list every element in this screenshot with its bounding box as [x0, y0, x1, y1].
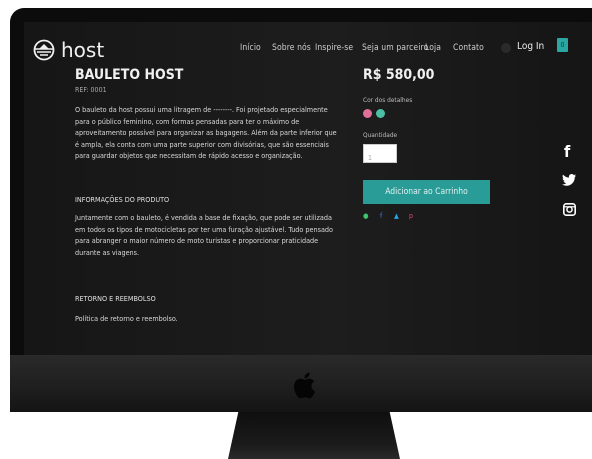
description-line: para guardar objetos que necessitam de r…: [75, 151, 303, 160]
twitter-share-icon[interactable]: ▲: [394, 212, 399, 220]
description-line: O bauleto da host possui uma litragem de…: [75, 105, 328, 114]
product-ref: REF: 0001: [75, 86, 107, 94]
return-text: Política de retorno e reembolso.: [75, 314, 178, 323]
apple-logo-icon: [294, 372, 316, 399]
color-swatch-pink[interactable]: [363, 109, 372, 118]
info-line: durante as viagens.: [75, 247, 140, 257]
facebook-share-icon[interactable]: f: [380, 212, 382, 220]
return-heading: RETORNO E REEMBOLSO: [75, 294, 156, 303]
quantity-label: Quantidade: [363, 131, 398, 139]
instagram-icon[interactable]: [563, 203, 576, 216]
color-swatch-teal[interactable]: [376, 109, 385, 118]
product-description: O bauleto da host possui uma litragem de…: [75, 104, 340, 162]
quantity-stepper[interactable]: [363, 144, 397, 167]
nav-item-loja[interactable]: Loja: [425, 43, 441, 53]
color-label: Cor dos detalhes: [363, 96, 413, 104]
nav-item-parceiro[interactable]: Seja um parceiro: [362, 43, 428, 53]
info-heading: INFORMAÇÕES DO PRODUTO: [75, 195, 170, 204]
imac-stand: [228, 412, 400, 459]
description-line: para o público feminino, com formas pens…: [75, 116, 300, 126]
cart-count: 0: [560, 41, 565, 49]
quantity-input[interactable]: [364, 149, 396, 167]
cart-icon[interactable]: 0: [557, 38, 568, 52]
user-avatar-icon[interactable]: [501, 43, 511, 53]
nav-item-inspire[interactable]: Inspire-se: [315, 43, 353, 53]
product-price: R$ 580,00: [363, 67, 435, 83]
login-link[interactable]: Log In: [517, 41, 544, 52]
info-line: Juntamente com o bauleto, é vendida a ba…: [75, 213, 332, 222]
add-to-cart-button[interactable]: Adicionar ao Carrinho: [363, 180, 490, 204]
info-line: em todos os tipos de motocicletas por te…: [75, 224, 333, 234]
whatsapp-icon[interactable]: ●: [363, 212, 369, 220]
info-text: Juntamente com o bauleto, é vendida a ba…: [75, 212, 340, 258]
pinterest-share-icon[interactable]: p: [409, 212, 413, 220]
nav-item-contato[interactable]: Contato: [453, 43, 484, 53]
nav-item-sobre[interactable]: Sobre nós: [272, 43, 311, 53]
facebook-icon[interactable]: f: [564, 142, 570, 161]
info-line: para abranger o maior número de moto tur…: [75, 236, 319, 245]
product-title: BAULETO HOST: [75, 67, 184, 83]
description-line: aproveitamento possível para organizar a…: [75, 128, 337, 137]
description-line: é ampla, ela conta com uma parte superio…: [75, 139, 329, 149]
twitter-icon[interactable]: [562, 174, 576, 186]
nav-item-inicio[interactable]: Início: [240, 43, 261, 53]
